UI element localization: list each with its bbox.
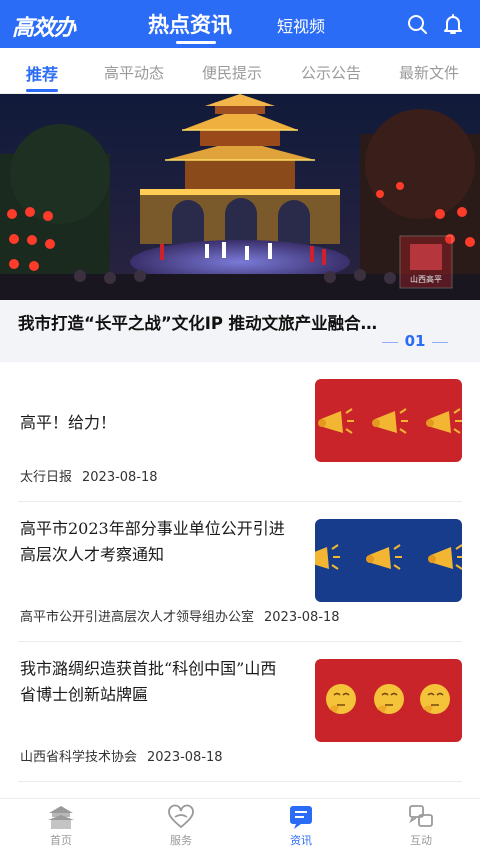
- tab-announcements[interactable]: 公示公告: [301, 62, 361, 83]
- nav-label: 互动: [410, 834, 432, 847]
- tab-latest-files[interactable]: 最新文件: [399, 62, 459, 83]
- news-date: 2023-08-18: [264, 610, 340, 625]
- hero-image: 山西高平: [0, 94, 480, 300]
- news-date: 2023-08-18: [147, 750, 223, 765]
- nav-news[interactable]: 资讯: [261, 803, 341, 848]
- news-source: 太行日报: [20, 470, 73, 485]
- category-tab-bar: 推荐 高平动态 便民提示 公示公告 最新文件: [0, 48, 480, 94]
- hero-watermark: 山西高平: [410, 275, 442, 284]
- news-thumbnail: [315, 379, 462, 462]
- news-title[interactable]: 高平市2023年部分事业单位公开引进高层次人才考察通知: [20, 516, 292, 568]
- top-bar: 高效办 热点资讯 短视频: [0, 0, 480, 48]
- news-meta: 高平市公开引进高层次人才领导组办公室 2023-08-18: [20, 606, 340, 625]
- bell-icon[interactable]: [441, 12, 465, 36]
- interaction-icon: [409, 805, 433, 827]
- news-source: 山西省科学技术协会: [20, 750, 138, 765]
- news-title[interactable]: 我市潞绸织造获首批“科创中国”山西省博士创新站牌匾: [20, 656, 292, 708]
- bottom-nav: 首页 服务 资讯 互动: [0, 798, 480, 854]
- tab-short-video[interactable]: 短视频: [277, 13, 325, 37]
- divider: [18, 781, 462, 782]
- nav-label: 服务: [170, 834, 192, 847]
- news-item[interactable]: 高平市2023年部分事业单位公开引进高层次人才考察通知 高平市公开引进高层次人才…: [0, 502, 480, 642]
- hero-banner[interactable]: 山西高平 我市打造“长平之战”文化IP 推动文旅产业融合… 01: [0, 94, 480, 362]
- hero-page-indicator: 01: [380, 332, 450, 350]
- nav-interaction[interactable]: 互动: [381, 803, 461, 848]
- thinking-face-icon: [326, 684, 450, 714]
- heart-hands-icon: [168, 804, 194, 829]
- news-item[interactable]: 高平！给力！ 太行日报 2023-08-18: [0, 362, 480, 502]
- nav-home[interactable]: 首页: [21, 803, 101, 848]
- tab-public-tips[interactable]: 便民提示: [202, 62, 262, 83]
- tab-gaoping-news[interactable]: 高平动态: [104, 62, 164, 83]
- news-date: 2023-08-18: [82, 470, 158, 485]
- news-thumbnail: [315, 659, 462, 742]
- app-logo: 高效办: [12, 16, 76, 41]
- tab-recommend[interactable]: 推荐: [26, 61, 59, 92]
- news-meta: 山西省科学技术协会 2023-08-18: [20, 746, 223, 765]
- nav-service[interactable]: 服务: [141, 803, 221, 848]
- news-source: 高平市公开引进高层次人才领导组办公室: [20, 610, 255, 625]
- news-title[interactable]: 高平！给力！: [20, 410, 292, 436]
- nav-label: 资讯: [290, 834, 312, 847]
- news-chat-icon: [290, 806, 312, 829]
- search-icon[interactable]: [405, 12, 429, 36]
- news-meta: 太行日报 2023-08-18: [20, 466, 158, 485]
- home-temple-icon: [48, 806, 74, 829]
- nav-label: 首页: [50, 834, 72, 847]
- news-item[interactable]: 我市潞绸织造获首批“科创中国”山西省博士创新站牌匾 山西省科学技术协会 2023-…: [0, 642, 480, 782]
- hero-title[interactable]: 我市打造“长平之战”文化IP 推动文旅产业融合…: [18, 310, 468, 334]
- tab-hot-news[interactable]: 热点资讯: [148, 9, 232, 44]
- news-thumbnail: [315, 519, 462, 602]
